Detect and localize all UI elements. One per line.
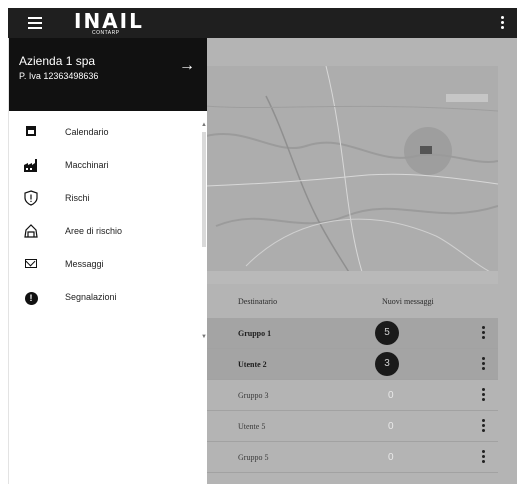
nav-label: Aree di rischio <box>65 226 123 236</box>
row-more-icon[interactable] <box>482 450 486 464</box>
header-destinatario: Destinatario <box>238 297 278 306</box>
row-more-icon[interactable] <box>482 326 486 340</box>
inail-logo: INAIL CONTARP <box>74 10 144 36</box>
factory-icon <box>23 157 39 173</box>
table-row[interactable]: Gruppo 3 0 <box>206 380 498 411</box>
nav-item-aree-di-rischio[interactable]: Aree di rischio <box>9 217 207 250</box>
mail-icon <box>23 256 39 272</box>
nav-item-messaggi[interactable]: Messaggi <box>9 250 207 283</box>
nav-label: Messaggi <box>65 259 104 269</box>
drawer-header: Azienda 1 spa P. Iva 12363498636 → <box>9 38 207 111</box>
report-icon: ! <box>23 289 39 305</box>
recipient-name: Gruppo 3 <box>238 391 269 400</box>
vat-number: P. Iva 12363498636 <box>19 71 99 81</box>
more-vert-icon[interactable] <box>501 16 505 30</box>
scroll-down-icon[interactable]: ▼ <box>201 334 207 340</box>
nav-label: Macchinari <box>65 160 109 170</box>
row-more-icon[interactable] <box>482 388 486 402</box>
hamburger-menu-icon[interactable] <box>28 14 44 32</box>
messages-page: Destinatario Nuovi messaggi Gruppo 1 5 U… <box>206 38 517 484</box>
unread-count: 0 <box>388 421 394 432</box>
scroll-thumb[interactable] <box>202 132 206 247</box>
row-more-icon[interactable] <box>482 357 486 371</box>
app-bar: INAIL CONTARP <box>8 8 517 38</box>
unread-count: 0 <box>388 452 394 463</box>
nav-label: Segnalazioni <box>65 292 117 302</box>
table-row[interactable]: Gruppo 1 5 <box>206 318 498 349</box>
logo-wordmark: INAIL <box>74 9 144 33</box>
arrow-right-icon[interactable]: → <box>179 58 195 74</box>
company-name: Azienda 1 spa <box>19 54 96 68</box>
nav-item-calendario[interactable]: Calendario <box>9 118 207 151</box>
unread-count-badge: 3 <box>375 352 399 376</box>
table-row[interactable]: Gruppo 5 0 <box>206 442 498 473</box>
table-header: Destinatario Nuovi messaggi <box>206 282 498 318</box>
recipient-name: Gruppo 1 <box>238 329 272 338</box>
area-icon <box>23 223 39 239</box>
unread-count: 0 <box>388 390 394 401</box>
navigation-drawer: Azienda 1 spa P. Iva 12363498636 → Calen… <box>8 38 207 484</box>
calendar-icon <box>23 124 39 140</box>
nav-label: Rischi <box>65 193 90 203</box>
recipient-name: Utente 5 <box>238 422 266 431</box>
nav-label: Calendario <box>65 127 109 137</box>
row-more-icon[interactable] <box>482 419 486 433</box>
scroll-up-icon[interactable]: ▲ <box>201 122 207 128</box>
recipient-name: Utente 2 <box>238 360 267 369</box>
table-row[interactable]: Utente 5 0 <box>206 411 498 442</box>
nav-item-macchinari[interactable]: Macchinari <box>9 151 207 184</box>
drawer-nav: Calendario Macchinari Rischi Aree di ris… <box>9 118 207 316</box>
nav-item-rischi[interactable]: Rischi <box>9 184 207 217</box>
messages-table: Destinatario Nuovi messaggi Gruppo 1 5 U… <box>206 282 498 473</box>
recipient-name: Gruppo 5 <box>238 453 269 462</box>
drawer-scrollbar[interactable]: ▲ ▼ <box>201 122 207 342</box>
header-nuovi-messaggi: Nuovi messaggi <box>382 297 434 306</box>
unread-count-badge: 5 <box>375 321 399 345</box>
table-row[interactable]: Utente 2 3 <box>206 349 498 380</box>
warning-shield-icon <box>23 190 39 206</box>
nav-item-segnalazioni[interactable]: ! Segnalazioni <box>9 283 207 316</box>
map-view[interactable] <box>206 66 498 284</box>
